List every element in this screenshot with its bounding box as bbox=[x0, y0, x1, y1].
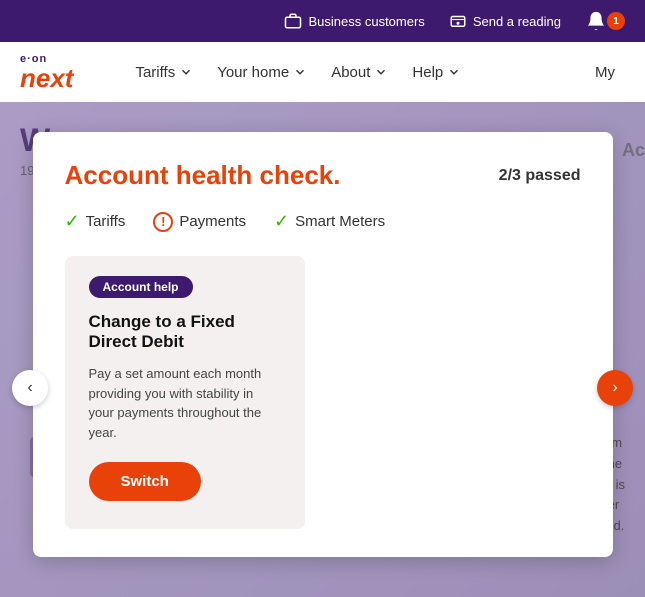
bell-icon bbox=[585, 10, 607, 32]
notification-count: 1 bbox=[607, 12, 625, 30]
tariffs-chevron-icon bbox=[179, 65, 193, 79]
payments-check-label: Payments bbox=[179, 213, 246, 230]
scroll-arrow-left[interactable]: ‹ bbox=[12, 370, 48, 406]
payments-warn-icon: ! bbox=[153, 212, 173, 232]
smart-meters-check-icon: ✓ bbox=[274, 211, 289, 232]
nav-about[interactable]: About bbox=[321, 56, 398, 89]
send-reading-link[interactable]: Send a reading bbox=[449, 12, 561, 30]
check-payments: ! Payments bbox=[153, 212, 246, 232]
about-label: About bbox=[331, 64, 370, 81]
logo-next-text: next bbox=[20, 65, 73, 91]
business-customers-label: Business customers bbox=[308, 14, 424, 29]
nav-your-home[interactable]: Your home bbox=[207, 56, 317, 89]
check-tariffs: ✓ Tariffs bbox=[65, 211, 126, 232]
card-tag: Account help bbox=[89, 276, 193, 298]
meter-icon bbox=[449, 12, 467, 30]
passed-badge: 2/3 passed bbox=[499, 167, 581, 185]
modal-title: Account health check. bbox=[65, 160, 341, 191]
nav-help[interactable]: Help bbox=[402, 56, 471, 89]
nav-bar: e·on next Tariffs Your home About Help M… bbox=[0, 42, 645, 102]
nav-tariffs[interactable]: Tariffs bbox=[125, 56, 203, 89]
nav-items: Tariffs Your home About Help My bbox=[125, 56, 625, 89]
card-title: Change to a Fixed Direct Debit bbox=[89, 312, 281, 352]
check-smart-meters: ✓ Smart Meters bbox=[274, 211, 385, 232]
about-chevron-icon bbox=[374, 65, 388, 79]
nav-my[interactable]: My bbox=[585, 56, 625, 89]
card-description: Pay a set amount each month providing yo… bbox=[89, 364, 281, 442]
switch-button[interactable]: Switch bbox=[89, 462, 201, 501]
help-chevron-icon bbox=[447, 65, 461, 79]
notification-bell[interactable]: 1 bbox=[585, 10, 625, 32]
logo[interactable]: e·on next bbox=[20, 54, 73, 91]
send-reading-label: Send a reading bbox=[473, 14, 561, 29]
checks-row: ✓ Tariffs ! Payments ✓ Smart Meters bbox=[65, 211, 581, 232]
briefcase-icon bbox=[284, 12, 302, 30]
top-bar: Business customers Send a reading 1 bbox=[0, 0, 645, 42]
tariffs-check-icon: ✓ bbox=[65, 211, 80, 232]
my-label: My bbox=[595, 64, 615, 81]
tariffs-check-label: Tariffs bbox=[86, 213, 126, 230]
business-customers-link[interactable]: Business customers bbox=[284, 12, 424, 30]
modal-header: Account health check. 2/3 passed bbox=[65, 160, 581, 191]
smart-meters-check-label: Smart Meters bbox=[295, 213, 385, 230]
scroll-arrow-right[interactable]: › bbox=[597, 370, 633, 406]
overlay: Account health check. 2/3 passed ✓ Tarif… bbox=[0, 102, 645, 597]
help-label: Help bbox=[412, 64, 443, 81]
your-home-chevron-icon bbox=[293, 65, 307, 79]
bg-right-partial: Ac bbox=[622, 140, 645, 161]
tariffs-label: Tariffs bbox=[135, 64, 175, 81]
account-help-card: Account help Change to a Fixed Direct De… bbox=[65, 256, 305, 529]
modal: Account health check. 2/3 passed ✓ Tarif… bbox=[33, 132, 613, 557]
your-home-label: Your home bbox=[217, 64, 289, 81]
